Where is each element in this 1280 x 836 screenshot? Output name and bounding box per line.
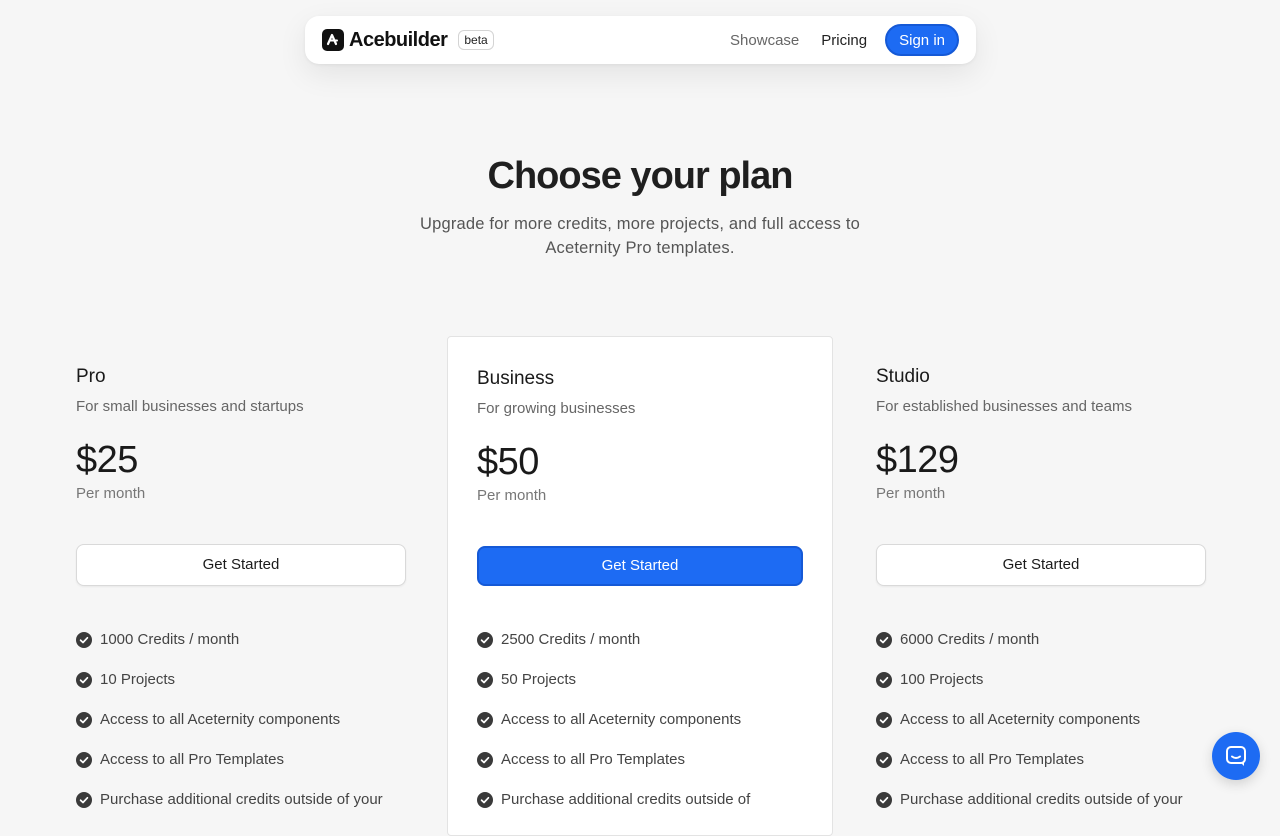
plan-price: $129 [876,439,959,481]
feature-text: 10 Projects [100,671,176,689]
beta-badge: beta [458,30,494,50]
check-circle-icon [876,751,892,768]
plan-period: Per month [876,484,946,502]
feature-item: 2500 Credits / month [477,620,803,660]
feature-item: 100 Projects [876,660,1206,700]
check-circle-icon [876,631,892,648]
feature-text: Access to all Pro Templates [501,751,685,769]
check-circle-icon [477,711,493,728]
feature-list: 1000 Credits / month 10 Projects Access … [76,620,406,820]
feature-item: Access to all Aceternity components [76,700,406,740]
plan-card-studio: Studio For established businesses and te… [876,336,1206,820]
feature-list: 6000 Credits / month 100 Projects Access… [876,620,1206,820]
check-circle-icon [876,711,892,728]
navbar: Acebuilder beta Showcase Pricing Sign in [305,16,976,64]
hero: Choose your plan Upgrade for more credit… [0,155,1280,260]
plan-period: Per month [76,484,146,502]
sign-in-button[interactable]: Sign in [885,24,959,56]
feature-item: Access to all Pro Templates [876,740,1206,780]
brand[interactable]: Acebuilder beta [322,29,494,52]
acebuilder-logo-icon [322,29,344,51]
brand-name: Acebuilder [349,28,448,51]
feature-text: Access to all Aceternity components [900,711,1141,729]
feature-item: Access to all Aceternity components [477,700,803,740]
plan-description: For growing businesses [477,400,636,417]
feature-text: Access to all Pro Templates [100,751,284,769]
page-subtitle: Upgrade for more credits, more projects,… [419,215,861,257]
feature-text: 2500 Credits / month [501,631,641,649]
check-circle-icon [76,711,92,728]
feature-text: 6000 Credits / month [900,631,1040,649]
get-started-button-pro[interactable]: Get Started [76,543,406,586]
feature-text: 50 Projects [501,671,577,689]
plan-name: Business [477,368,555,389]
plan-name: Studio [876,366,930,387]
check-circle-icon [876,671,892,688]
feature-item: Access to all Aceternity components [876,700,1206,740]
check-circle-icon [76,671,92,688]
chat-icon [1226,746,1246,766]
plan-card-pro: Pro For small businesses and startups $2… [76,336,406,820]
feature-item: 50 Projects [477,660,803,700]
nav-links: Showcase Pricing Sign in [730,24,959,56]
plan-card-business: Business For growing businesses $50 Per … [447,336,833,836]
check-circle-icon [477,751,493,768]
get-started-button-business[interactable]: Get Started [477,545,803,586]
check-circle-icon [477,631,493,648]
feature-item: Access to all Pro Templates [76,740,406,780]
check-circle-icon [477,671,493,688]
feature-text: 1000 Credits / month [100,631,240,649]
feature-list: 2500 Credits / month 50 Projects Access … [477,620,803,820]
feature-text: Access to all Aceternity components [100,711,341,729]
chat-launcher-button[interactable] [1212,732,1260,780]
feature-text: 100 Projects [900,671,984,689]
check-circle-icon [76,751,92,768]
page-title: Choose your plan [487,155,794,197]
plan-price: $50 [477,441,539,483]
nav-link-pricing[interactable]: Pricing [821,32,867,49]
plan-description: For established businesses and teams [876,398,1132,415]
plan-period: Per month [477,486,547,504]
get-started-button-studio[interactable]: Get Started [876,543,1206,586]
plan-name: Pro [76,366,106,387]
plan-description: For small businesses and startups [76,398,304,415]
plan-price: $25 [76,439,138,481]
feature-item: 1000 Credits / month [76,620,406,660]
feature-item: Access to all Pro Templates [477,740,803,780]
feature-item: 6000 Credits / month [876,620,1206,660]
feature-text: Access to all Aceternity components [501,711,742,729]
check-circle-icon [76,631,92,648]
feature-item: 10 Projects [76,660,406,700]
nav-link-showcase[interactable]: Showcase [730,32,799,49]
feature-text: Access to all Pro Templates [900,751,1084,769]
